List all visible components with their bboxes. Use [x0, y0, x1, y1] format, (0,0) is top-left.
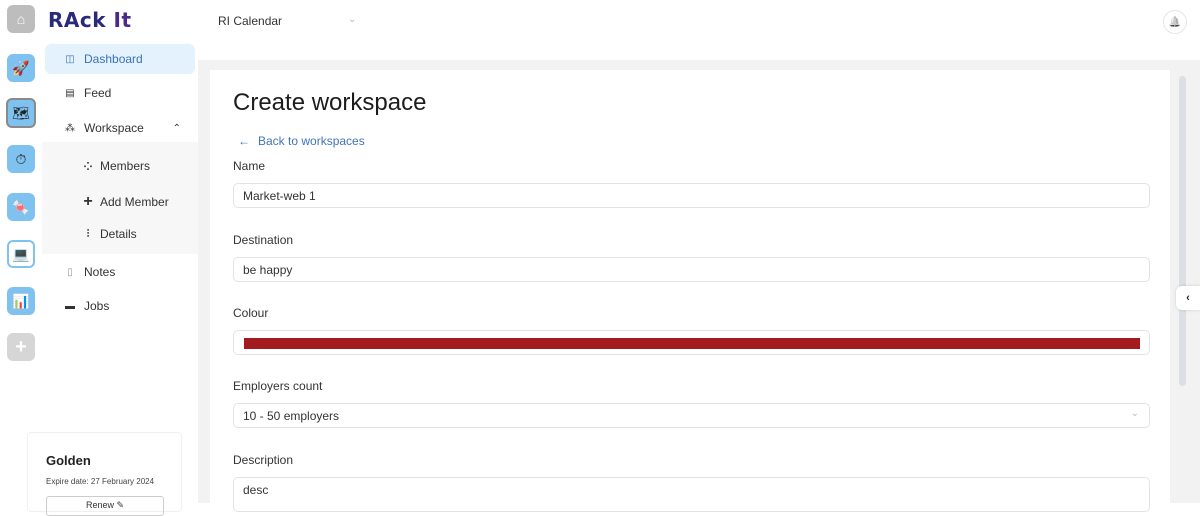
chart-app-icon[interactable]: 📊 [7, 287, 35, 315]
plan-card: Golden Expire date: 27 February 2024 Ren… [27, 432, 182, 516]
sidebar-item-label: Dashboard [84, 52, 143, 66]
sidebar-item-jobs[interactable]: ▬ Jobs [45, 291, 195, 321]
workspace-icon: ⁂ [65, 122, 75, 134]
calendar-select[interactable]: RI Calendar ⌄ [218, 14, 358, 32]
details-icon: ⫶ [86, 227, 90, 240]
chevron-up-icon[interactable]: ⌃ [173, 123, 181, 134]
sidebar-item-workspace[interactable]: ⁂ Workspace ⌃ [45, 113, 195, 143]
sidebar-item-dashboard[interactable]: ◫ Dashboard [45, 44, 195, 74]
name-input[interactable]: Market-web 1 [233, 183, 1150, 208]
sidebar-subitem-members[interactable]: ⁘ Members [82, 159, 150, 173]
arrow-left-icon: ← [238, 134, 250, 148]
scrollbar[interactable] [1179, 76, 1186, 386]
laptop-app-icon[interactable]: 💻 [7, 240, 35, 268]
plan-expire-date: Expire date: 27 February 2024 [46, 477, 155, 486]
briefcase-icon: ▬ [65, 300, 75, 312]
add-app-icon[interactable]: + [7, 333, 35, 361]
employers-count-label: Employers count [233, 379, 323, 393]
chevron-down-icon: ⌄ [1130, 408, 1139, 419]
members-icon: ⁘ [83, 160, 93, 173]
sidebar-subitem-label: Add Member [100, 195, 169, 209]
notification-bell-button[interactable]: 🔔 [1163, 10, 1187, 34]
renew-button[interactable]: Renew ✎ [46, 496, 164, 516]
sidebar-item-label: Notes [84, 265, 116, 279]
back-to-workspaces-link[interactable]: ← Back to workspaces [238, 134, 365, 148]
description-textarea[interactable]: desc [233, 477, 1150, 512]
employers-count-select[interactable]: 10 - 50 employers ⌄ [233, 403, 1150, 428]
dashboard-icon: ◫ [65, 53, 75, 65]
app-rail: ⌂ 🚀 🗺 ⏱ 🍬 💻 📊 + [0, 0, 42, 503]
sidebar-subitem-label: Details [100, 227, 137, 241]
description-label: Description [233, 453, 294, 467]
top-bar: RI Calendar ⌄ 🔔 [198, 0, 1200, 60]
employers-count-value: 10 - 50 employers [243, 409, 340, 423]
logo-main: RAck [48, 8, 114, 32]
back-link-label: Back to workspaces [258, 134, 365, 148]
rocket-app-icon[interactable]: 🚀 [7, 54, 35, 82]
destination-input[interactable]: be happy [233, 257, 1150, 282]
feed-icon: ▤ [65, 87, 75, 99]
name-label: Name [233, 159, 266, 173]
sidebar-subitem-details[interactable]: ⫶ Details [82, 227, 137, 241]
chevron-down-icon: ⌄ [348, 14, 357, 25]
page-title: Create workspace [233, 89, 427, 116]
collapse-panel-button[interactable]: ‹ [1176, 286, 1200, 310]
logo-accent: It [113, 8, 132, 32]
sidebar-item-notes[interactable]: ▯ Notes [45, 257, 195, 287]
sidebar-item-label: Feed [84, 86, 112, 100]
plan-name: Golden [46, 453, 91, 468]
colour-label: Colour [233, 306, 269, 320]
destination-label: Destination [233, 233, 294, 247]
clock-app-icon[interactable]: ⏱ [7, 145, 35, 173]
house-icon[interactable]: ⌂ [7, 5, 35, 33]
bell-icon: 🔔 [1168, 16, 1182, 28]
colour-swatch [244, 338, 1140, 349]
sidebar-item-label: Jobs [84, 299, 110, 313]
sidebar-subitem-add-member[interactable]: + Add Member [82, 193, 169, 211]
candy-app-icon[interactable]: 🍬 [7, 193, 35, 221]
colour-input[interactable] [233, 330, 1150, 355]
workspace-submenu: ⁘ Members + Add Member ⫶ Details [42, 142, 198, 254]
sidebar-subitem-label: Members [100, 159, 151, 173]
plus-icon: + [83, 193, 93, 210]
app-logo: RAck It [48, 8, 132, 32]
notes-icon: ▯ [67, 266, 73, 278]
chevron-left-icon: ‹ [1186, 292, 1190, 304]
sidebar-item-label: Workspace [84, 121, 144, 135]
sidebar-item-feed[interactable]: ▤ Feed [45, 78, 195, 108]
calendar-select-value: RI Calendar [218, 14, 283, 28]
map-app-icon[interactable]: 🗺 [6, 98, 36, 128]
